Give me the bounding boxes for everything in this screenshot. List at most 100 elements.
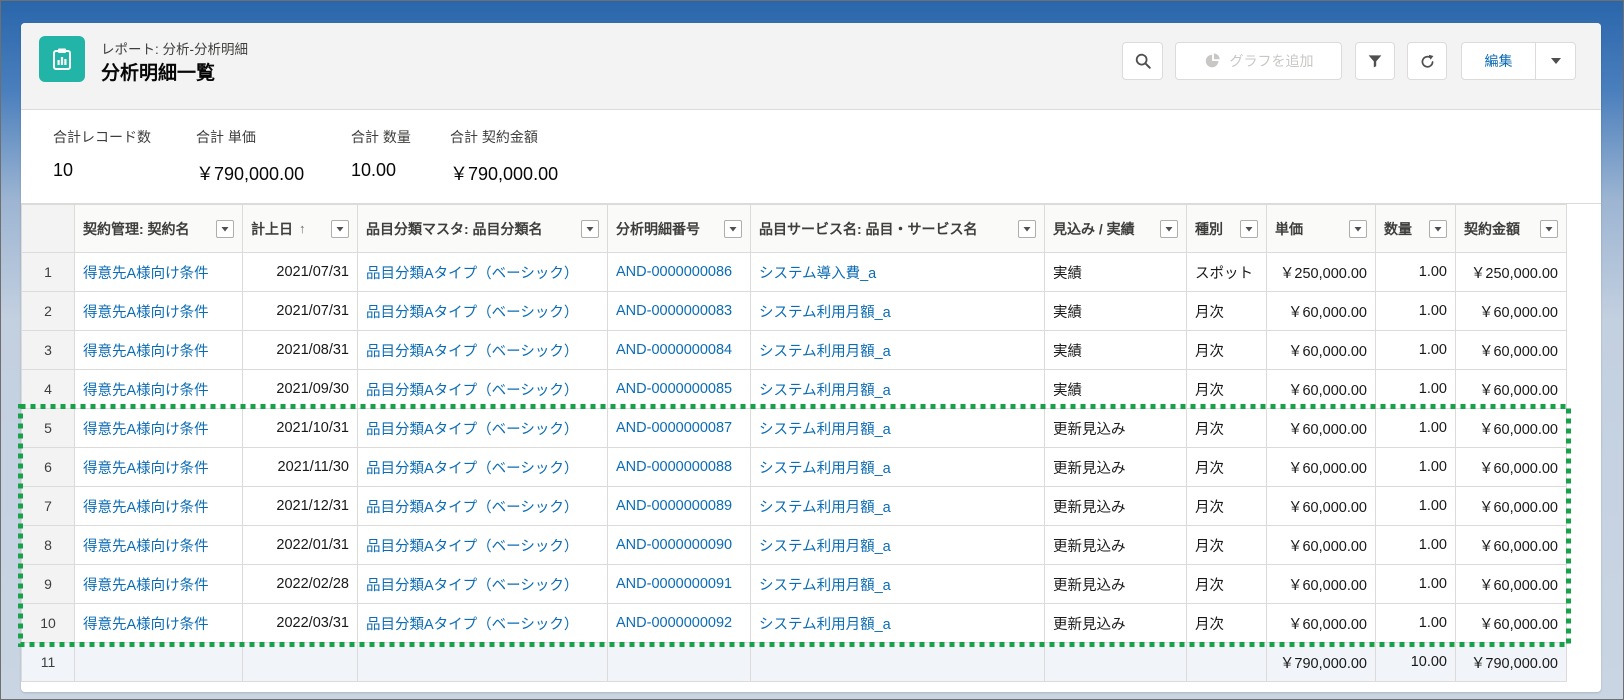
analysis-detail-number-link[interactable]: AND-0000000091 bbox=[616, 576, 732, 592]
column-menu-button[interactable] bbox=[1160, 219, 1178, 238]
contract-name-link[interactable]: 得意先A様向け条件 bbox=[83, 344, 209, 360]
column-header-item-category[interactable]: 品目分類マスタ: 品目分類名 bbox=[357, 204, 608, 253]
column-header-contract-name[interactable]: 契約管理: 契約名 bbox=[74, 204, 243, 253]
item-service-name-link[interactable]: システム利用月額_a bbox=[759, 305, 891, 321]
summary-value: ￥790,000.00 bbox=[450, 164, 559, 184]
item-category-link[interactable]: 品目分類Aタイプ（ベーシック） bbox=[366, 578, 578, 594]
summary-record-count: 合計レコード数 10 bbox=[53, 127, 151, 181]
contract-amount-cell: ￥250,000.00 bbox=[1455, 252, 1567, 292]
column-menu-button[interactable] bbox=[331, 219, 349, 238]
column-label: 契約金額 bbox=[1464, 220, 1520, 237]
analysis-detail-number-link[interactable]: AND-0000000090 bbox=[616, 537, 732, 553]
unit-price-cell: ￥60,000.00 bbox=[1266, 447, 1376, 487]
item-service-name-link[interactable]: システム利用月額_a bbox=[759, 422, 891, 438]
item-service-name-link[interactable]: システム利用月額_a bbox=[759, 383, 891, 399]
chevron-down-icon bbox=[1434, 226, 1442, 231]
contract-name-link[interactable]: 得意先A様向け条件 bbox=[83, 305, 209, 321]
item-service-name-link[interactable]: システム導入費_a bbox=[759, 266, 876, 282]
analysis-detail-number-cell: AND-0000000084 bbox=[607, 330, 751, 370]
row-number-cell: 2 bbox=[21, 291, 75, 331]
item-service-name-cell: システム利用月額_a bbox=[750, 447, 1045, 487]
type-cell: 月次 bbox=[1186, 603, 1267, 643]
contract-name-link[interactable]: 得意先A様向け条件 bbox=[83, 461, 209, 477]
item-category-link[interactable]: 品目分類Aタイプ（ベーシック） bbox=[366, 539, 578, 555]
edit-button[interactable]: 編集 bbox=[1461, 42, 1536, 80]
item-service-name-link[interactable]: システム利用月額_a bbox=[759, 344, 891, 360]
type-cell: 月次 bbox=[1186, 447, 1267, 487]
column-menu-button[interactable] bbox=[724, 219, 742, 238]
report-type-label: レポート: 分析-分析明細 bbox=[101, 42, 248, 57]
item-service-name-link[interactable]: システム利用月額_a bbox=[759, 539, 891, 555]
contract-amount-cell: ￥60,000.00 bbox=[1455, 603, 1567, 643]
column-menu-button[interactable] bbox=[1349, 219, 1367, 238]
analysis-detail-number-link[interactable]: AND-0000000086 bbox=[616, 264, 732, 280]
column-header-analysis-detail-number[interactable]: 分析明細番号 bbox=[607, 204, 751, 253]
contract-name-link[interactable]: 得意先A様向け条件 bbox=[83, 617, 209, 633]
quantity-cell: 1.00 bbox=[1375, 525, 1456, 565]
type-cell: スポット bbox=[1186, 252, 1267, 292]
column-menu-button[interactable] bbox=[581, 219, 599, 238]
column-header-booking-date[interactable]: 計上日 ↑ bbox=[242, 204, 358, 253]
analysis-detail-number-link[interactable]: AND-0000000088 bbox=[616, 459, 732, 475]
column-menu-button[interactable] bbox=[1240, 219, 1258, 238]
item-category-cell: 品目分類Aタイプ（ベーシック） bbox=[357, 603, 608, 643]
item-service-name-link[interactable]: システム利用月額_a bbox=[759, 617, 891, 633]
summary-unit-price-total: 合計 単価 ￥790,000.00 bbox=[196, 127, 304, 186]
table-row: 10 得意先A様向け条件 2022/03/31 品目分類Aタイプ（ベーシック） AND-… bbox=[21, 603, 1567, 643]
column-header-unit-price[interactable]: 単価 bbox=[1266, 204, 1376, 253]
column-menu-button[interactable] bbox=[1018, 219, 1036, 238]
item-category-link[interactable]: 品目分類Aタイプ（ベーシック） bbox=[366, 344, 578, 360]
item-category-link[interactable]: 品目分類Aタイプ（ベーシック） bbox=[366, 617, 578, 633]
chevron-down-icon bbox=[586, 226, 594, 231]
quantity-cell: 1.00 bbox=[1375, 291, 1456, 331]
contract-name-link[interactable]: 得意先A様向け条件 bbox=[83, 578, 209, 594]
analysis-detail-number-cell: AND-0000000088 bbox=[607, 447, 751, 487]
item-category-cell: 品目分類Aタイプ（ベーシック） bbox=[357, 408, 608, 448]
column-header-contract-amount[interactable]: 契約金額 bbox=[1455, 204, 1567, 253]
contract-name-link[interactable]: 得意先A様向け条件 bbox=[83, 500, 209, 516]
item-category-link[interactable]: 品目分類Aタイプ（ベーシック） bbox=[366, 266, 578, 282]
column-menu-button[interactable] bbox=[216, 219, 234, 238]
analysis-detail-number-link[interactable]: AND-0000000087 bbox=[616, 420, 732, 436]
item-service-name-link[interactable]: システム利用月額_a bbox=[759, 500, 891, 516]
search-button[interactable] bbox=[1122, 42, 1163, 80]
contract-name-link[interactable]: 得意先A様向け条件 bbox=[83, 539, 209, 555]
analysis-detail-number-link[interactable]: AND-0000000092 bbox=[616, 615, 732, 631]
type-cell bbox=[1186, 642, 1267, 682]
forecast-actual-cell: 更新見込み bbox=[1044, 525, 1187, 565]
row-number-header bbox=[21, 204, 75, 253]
unit-price-cell: ￥790,000.00 bbox=[1266, 642, 1376, 682]
quantity-cell: 1.00 bbox=[1375, 447, 1456, 487]
analysis-detail-number-link[interactable]: AND-0000000084 bbox=[616, 342, 732, 358]
column-menu-button[interactable] bbox=[1540, 219, 1558, 238]
booking-date-cell: 2021/09/30 bbox=[242, 369, 358, 409]
item-service-name-link[interactable]: システム利用月額_a bbox=[759, 578, 891, 594]
column-menu-button[interactable] bbox=[1429, 219, 1447, 238]
contract-amount-cell: ￥60,000.00 bbox=[1455, 447, 1567, 487]
column-header-content: 計上日 ↑ bbox=[251, 219, 349, 239]
contract-name-link[interactable]: 得意先A様向け条件 bbox=[83, 266, 209, 282]
refresh-button[interactable] bbox=[1407, 42, 1447, 80]
unit-price-cell: ￥60,000.00 bbox=[1266, 603, 1376, 643]
item-category-link[interactable]: 品目分類Aタイプ（ベーシック） bbox=[366, 383, 578, 399]
item-category-link[interactable]: 品目分類Aタイプ（ベーシック） bbox=[366, 305, 578, 321]
filter-button[interactable] bbox=[1355, 42, 1395, 80]
column-header-type[interactable]: 種別 bbox=[1186, 204, 1267, 253]
analysis-detail-number-link[interactable]: AND-0000000083 bbox=[616, 303, 732, 319]
column-header-item-service-name[interactable]: 品目サービス名: 品目・サービス名 bbox=[750, 204, 1045, 253]
item-category-link[interactable]: 品目分類Aタイプ（ベーシック） bbox=[366, 422, 578, 438]
item-category-link[interactable]: 品目分類Aタイプ（ベーシック） bbox=[366, 500, 578, 516]
column-header-forecast-actual[interactable]: 見込み / 実績 bbox=[1044, 204, 1187, 253]
row-number-cell: 3 bbox=[21, 330, 75, 370]
analysis-detail-number-link[interactable]: AND-0000000085 bbox=[616, 381, 732, 397]
analysis-detail-number-link[interactable]: AND-0000000089 bbox=[616, 498, 732, 514]
forecast-actual-cell: 更新見込み bbox=[1044, 447, 1187, 487]
contract-name-link[interactable]: 得意先A様向け条件 bbox=[83, 383, 209, 399]
item-service-name-link[interactable]: システム利用月額_a bbox=[759, 461, 891, 477]
column-header-quantity[interactable]: 数量 bbox=[1375, 204, 1456, 253]
add-chart-button[interactable]: グラフを追加 bbox=[1175, 42, 1342, 80]
analysis-detail-number-cell: AND-0000000086 bbox=[607, 252, 751, 292]
edit-menu-button[interactable] bbox=[1536, 42, 1576, 80]
item-category-link[interactable]: 品目分類Aタイプ（ベーシック） bbox=[366, 461, 578, 477]
contract-name-link[interactable]: 得意先A様向け条件 bbox=[83, 422, 209, 438]
